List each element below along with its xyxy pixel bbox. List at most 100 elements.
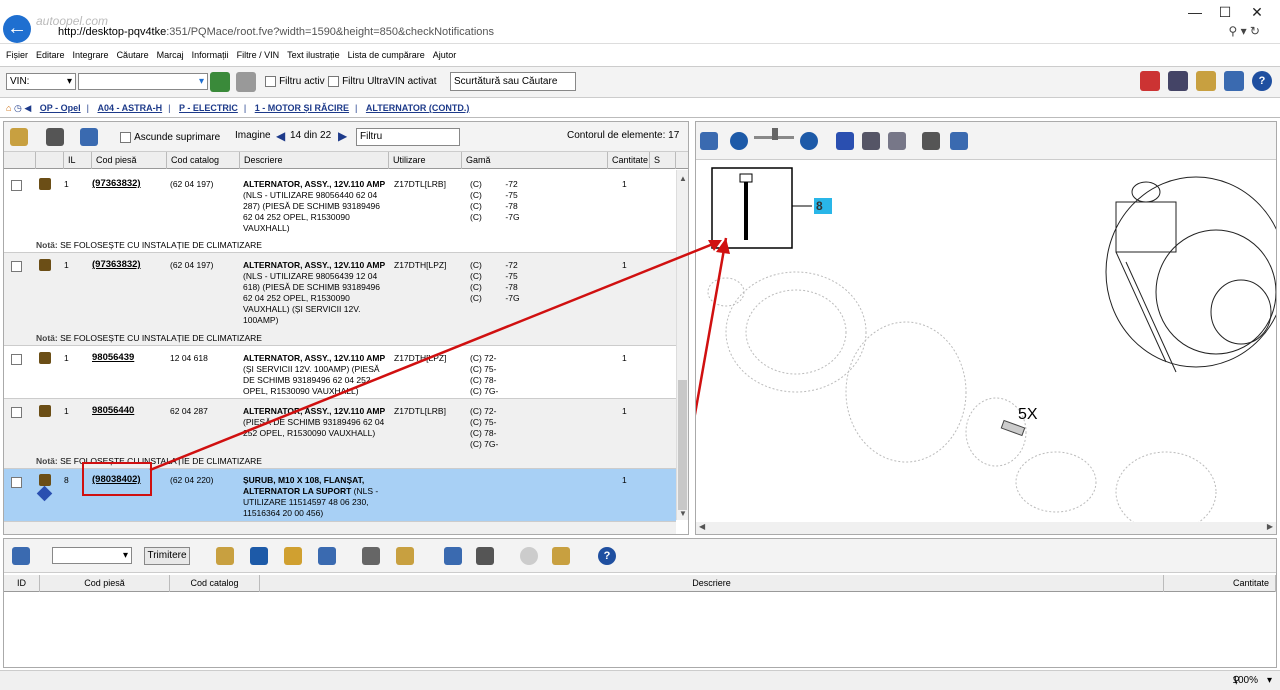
col-description[interactable]: Descriere [240, 152, 389, 169]
row-part-code[interactable]: (97363832) [92, 178, 141, 189]
col-catalog-code[interactable]: Cod catalog [170, 575, 260, 592]
col-s[interactable]: S [650, 152, 676, 169]
breadcrumb-item[interactable]: A04 - ASTRA-H [97, 103, 162, 113]
row-checkbox[interactable] [11, 180, 22, 191]
col-part-code[interactable]: Cod piesă [40, 575, 170, 592]
menu-item[interactable]: Fișier [6, 50, 28, 60]
link-icon[interactable] [36, 485, 53, 502]
table-row[interactable]: 1 (97363832) (62 04 197) ALTERNATOR, ASS… [4, 253, 676, 346]
table-row[interactable]: 1 98056440 62 04 287 ALTERNATOR, ASSY., … [4, 399, 676, 469]
bookmark-icon[interactable] [950, 132, 968, 150]
pan-icon[interactable] [836, 132, 854, 150]
minimize-icon[interactable]: — [1180, 2, 1210, 22]
filter-ultravin-checkbox[interactable] [328, 75, 339, 87]
col-part-code[interactable]: Cod piesă [92, 152, 167, 169]
vin-input[interactable]: ▾ [78, 73, 208, 90]
close-icon[interactable]: ✕ [1242, 2, 1272, 22]
list-select[interactable]: ▾ [52, 547, 132, 564]
back-arrow-icon[interactable]: ← [3, 15, 31, 43]
home-icon[interactable]: ⌂ [6, 103, 11, 113]
col-range[interactable]: Gamă [462, 152, 608, 169]
row-checkbox[interactable] [11, 354, 22, 365]
new-icon[interactable] [216, 547, 234, 565]
menu-item[interactable]: Marcaj [157, 50, 184, 60]
col-catalog-code[interactable]: Cod catalog [167, 152, 240, 169]
col-quantity[interactable]: Cantitate [608, 152, 650, 169]
print-list-icon[interactable] [476, 547, 494, 565]
zoom-out-icon[interactable] [730, 132, 748, 150]
back-triangle-icon[interactable]: ◀ [24, 103, 31, 113]
row-part-code[interactable]: 98056440 [92, 405, 134, 416]
row-part-code[interactable]: (97363832) [92, 259, 141, 270]
menu-item[interactable]: Lista de cumpărare [348, 50, 425, 60]
help-list-icon[interactable]: ? [598, 547, 616, 565]
vertical-scrollbar[interactable]: ▲ ▼ [676, 170, 688, 520]
table-row[interactable]: 1 (97363832) (62 04 197) ALTERNATOR, ASS… [4, 170, 676, 253]
edit-list-icon[interactable] [396, 547, 414, 565]
col-usage[interactable]: Utilizare [389, 152, 462, 169]
filter-active-checkbox[interactable] [265, 75, 276, 87]
print-diagram-icon[interactable] [922, 132, 940, 150]
fit-page-icon[interactable] [888, 132, 906, 150]
book-search-icon[interactable] [1224, 71, 1244, 91]
callout-number[interactable]: 8 [816, 199, 823, 213]
delete-icon[interactable] [362, 547, 380, 565]
menu-item[interactable]: Ajutor [433, 50, 457, 60]
part-list-icon[interactable] [39, 405, 51, 417]
horizontal-scrollbar[interactable] [4, 522, 676, 534]
row-checkbox[interactable] [11, 261, 22, 272]
col-il[interactable]: IL [64, 152, 92, 169]
hide-suppressed-checkbox[interactable] [120, 131, 131, 143]
breadcrumb-item[interactable]: 1 - MOTOR ȘI RĂCIRE [255, 103, 349, 113]
menu-item[interactable]: Editare [36, 50, 65, 60]
part-list-icon[interactable] [39, 178, 51, 190]
fit-width-icon[interactable] [862, 132, 880, 150]
zoom-level[interactable]: 100% [1232, 671, 1258, 690]
car-icon[interactable] [210, 72, 230, 92]
part-list-icon[interactable] [39, 474, 51, 486]
breadcrumb-item[interactable]: OP - Opel [40, 103, 81, 113]
fit-icon[interactable] [700, 132, 718, 150]
vin-select[interactable]: VIN: ▾ [6, 73, 76, 90]
maximize-icon[interactable]: ☐ [1210, 2, 1240, 22]
add-icon[interactable] [318, 547, 336, 565]
open-folder-icon[interactable] [284, 547, 302, 565]
breadcrumb-item[interactable]: P - ELECTRIC [179, 103, 238, 113]
address-bar[interactable]: http://desktop-pqv4tke:351/PQMace/root.f… [58, 24, 1258, 41]
zoom-slider-handle[interactable] [772, 128, 778, 140]
menu-item[interactable]: Căutare [117, 50, 149, 60]
send-button[interactable]: Trimitere [144, 547, 190, 565]
filter-ultravin-toggle[interactable]: Filtru UltraVIN activat [328, 73, 437, 90]
diagram-horizontal-scrollbar[interactable]: ◀ ▶ [696, 522, 1276, 534]
next-image-icon[interactable]: ▶ [338, 129, 347, 143]
col-description[interactable]: Descriere [260, 575, 1164, 592]
save-icon[interactable] [250, 547, 268, 565]
menu-item[interactable]: Informații [192, 50, 229, 60]
list-icon[interactable] [12, 547, 30, 565]
menu-item[interactable]: Integrare [73, 50, 109, 60]
part-list-icon[interactable] [39, 352, 51, 364]
export-icon[interactable] [1140, 71, 1160, 91]
prev-image-icon[interactable]: ◀ [276, 129, 285, 143]
filter-input[interactable]: Filtru [356, 128, 460, 146]
exploded-diagram[interactable]: 8 5X [696, 162, 1276, 533]
row-checkbox[interactable] [11, 477, 22, 488]
menu-item[interactable]: Text ilustrație [287, 50, 340, 60]
shortcut-search-input[interactable]: Scurtătură sau Căutare [450, 72, 576, 91]
history-icon[interactable]: ◷ [14, 103, 22, 113]
edit-icon[interactable] [10, 128, 28, 146]
hide-suppressed-toggle[interactable]: Ascunde suprimare [120, 131, 220, 143]
print-icon[interactable] [46, 128, 64, 146]
zoom-in-icon[interactable] [800, 132, 818, 150]
row-checkbox[interactable] [11, 407, 22, 418]
notes-list-icon[interactable] [552, 547, 570, 565]
row-part-code[interactable]: 98056439 [92, 352, 134, 363]
view-icon[interactable] [80, 128, 98, 146]
col-id[interactable]: ID [4, 575, 40, 592]
search-refresh-icons[interactable]: ⚲ ▾ ↻ [1228, 24, 1260, 38]
table-row[interactable]: 1 98056439 12 04 618 ALTERNATOR, ASSY., … [4, 346, 676, 399]
zoom-dropdown-icon[interactable]: ▾ [1267, 671, 1272, 690]
menu-item[interactable]: Filtre / VIN [237, 50, 280, 60]
notes-icon[interactable] [1196, 71, 1216, 91]
help-icon[interactable]: ? [1252, 71, 1272, 91]
